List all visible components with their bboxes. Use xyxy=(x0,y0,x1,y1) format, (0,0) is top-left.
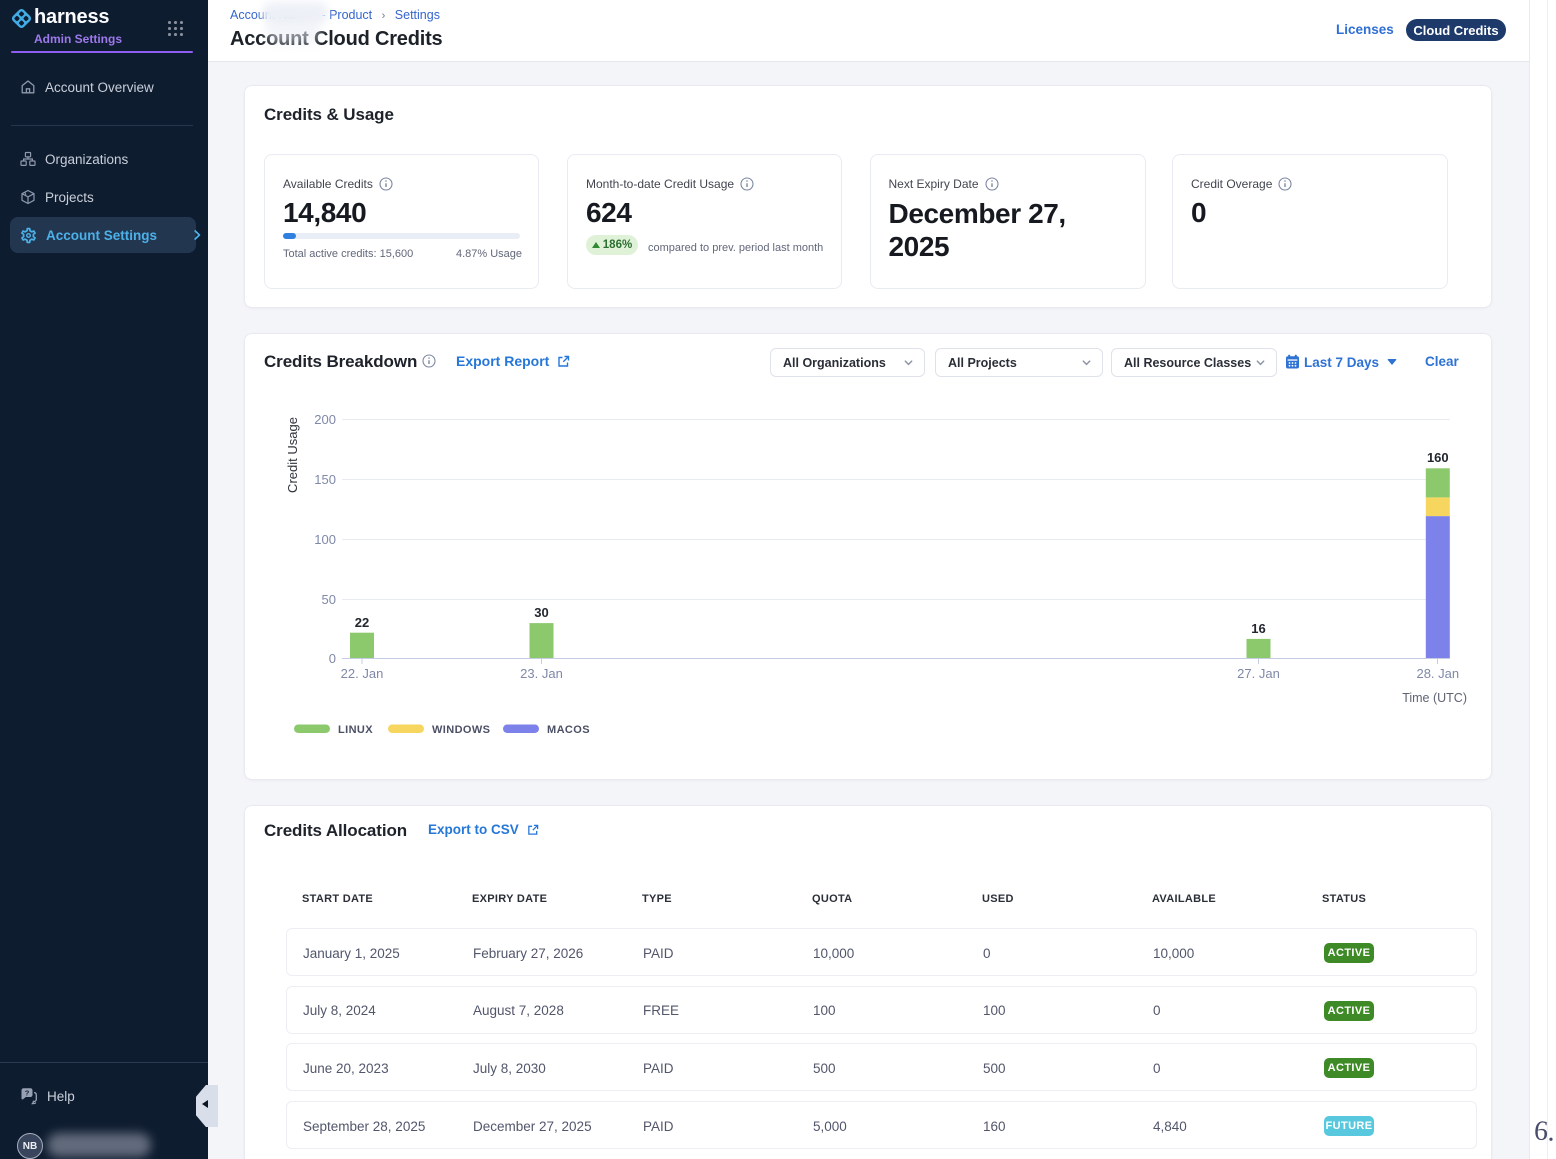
svg-text:30: 30 xyxy=(534,605,548,620)
svg-text:22. Jan: 22. Jan xyxy=(341,666,384,681)
svg-text:?: ? xyxy=(25,1088,30,1097)
svg-text:MACOS: MACOS xyxy=(547,724,590,736)
svg-text:0: 0 xyxy=(329,651,336,666)
svg-text:200: 200 xyxy=(314,412,336,427)
svg-text:160: 160 xyxy=(1427,450,1449,465)
svg-text:Time (UTC): Time (UTC) xyxy=(1402,691,1467,705)
svg-text:16: 16 xyxy=(1251,621,1265,636)
svg-text:23. Jan: 23. Jan xyxy=(520,666,563,681)
svg-text:22: 22 xyxy=(355,615,369,630)
svg-text:50: 50 xyxy=(322,592,336,607)
svg-text:27. Jan: 27. Jan xyxy=(1237,666,1280,681)
svg-text:LINUX: LINUX xyxy=(338,724,373,736)
svg-text:100: 100 xyxy=(314,532,336,547)
svg-text:150: 150 xyxy=(314,472,336,487)
svg-text:Credit Usage: Credit Usage xyxy=(285,417,300,493)
svg-text:WINDOWS: WINDOWS xyxy=(432,724,490,736)
svg-text:28. Jan: 28. Jan xyxy=(1416,666,1459,681)
